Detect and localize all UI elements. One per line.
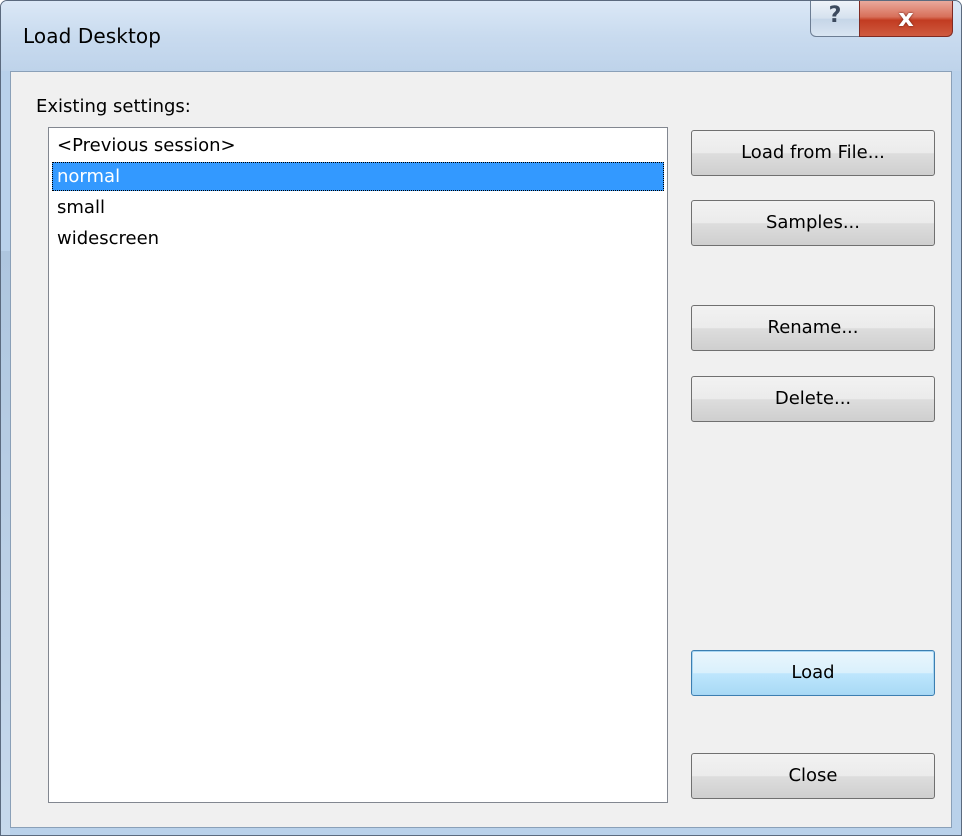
load-desktop-dialog: Load Desktop ? x Existing settings: <Pre… (0, 0, 962, 836)
title-close-button[interactable]: x (859, 1, 953, 37)
list-item-previous-session[interactable]: <Previous session> (52, 131, 664, 160)
delete-button[interactable]: Delete... (691, 376, 935, 422)
close-x-icon: x (898, 4, 914, 32)
list-item-normal[interactable]: normal (52, 162, 664, 191)
rename-button[interactable]: Rename... (691, 305, 935, 351)
close-button[interactable]: Close (691, 753, 935, 799)
samples-button[interactable]: Samples... (691, 200, 935, 246)
help-button[interactable]: ? (810, 1, 860, 37)
title-bar[interactable]: Load Desktop ? x (1, 1, 961, 71)
settings-listbox[interactable]: <Previous session> normal small widescre… (48, 127, 668, 803)
load-button[interactable]: Load (691, 650, 935, 696)
load-from-file-button[interactable]: Load from File... (691, 130, 935, 176)
existing-settings-label: Existing settings: (36, 96, 191, 117)
window-title: Load Desktop (23, 24, 162, 48)
dialog-body: Existing settings: <Previous session> no… (10, 71, 952, 828)
list-item-small[interactable]: small (52, 193, 664, 222)
list-item-widescreen[interactable]: widescreen (52, 224, 664, 253)
question-mark-icon: ? (828, 3, 842, 28)
window-frame-edge (1, 251, 10, 835)
